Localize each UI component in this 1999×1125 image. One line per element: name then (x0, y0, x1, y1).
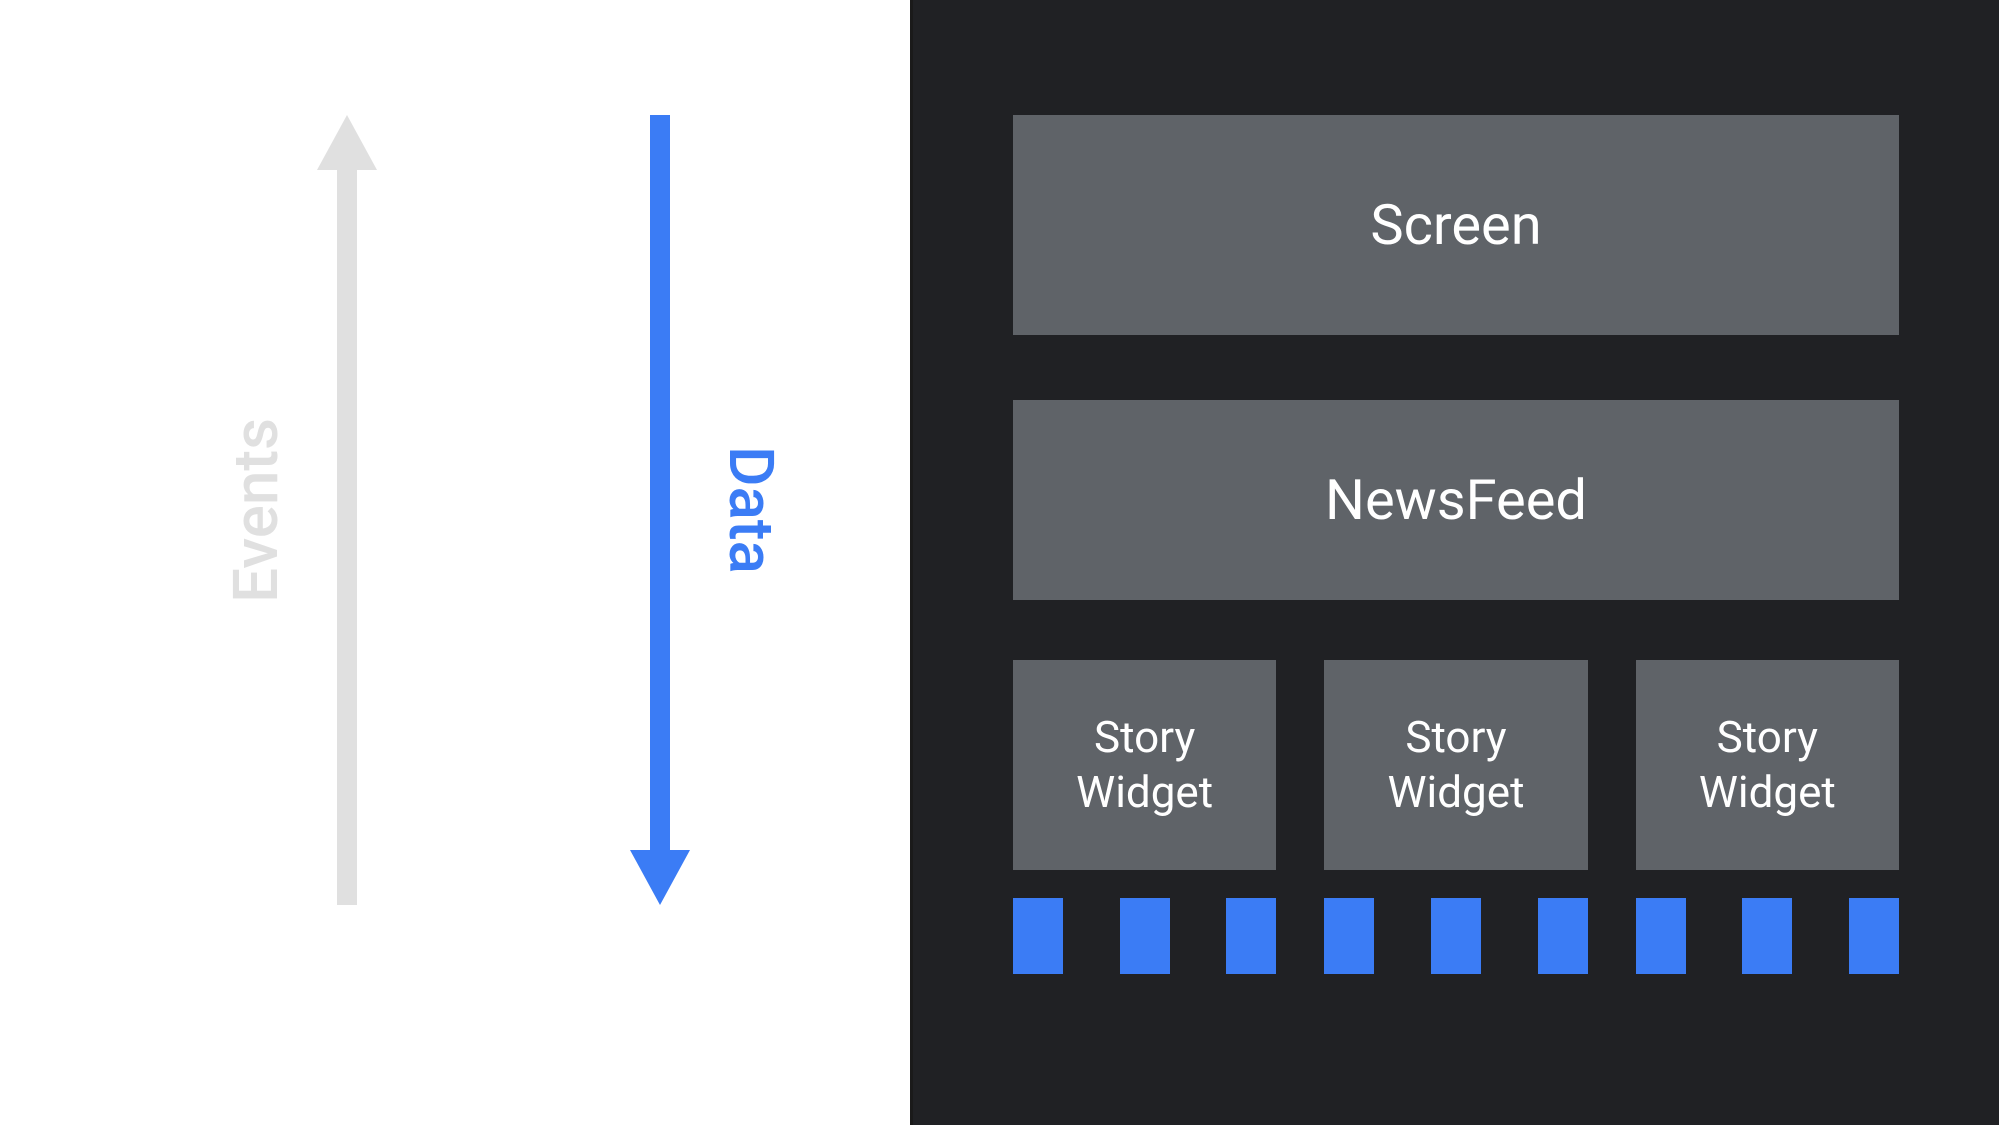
story-widgets-row: StoryWidget StoryWidget StoryWidget (1013, 660, 1899, 870)
chip-icon (1324, 898, 1374, 974)
chip-icon (1226, 898, 1276, 974)
chip-icon (1538, 898, 1588, 974)
chip-group (1324, 898, 1587, 974)
story-widget-label: StoryWidget (1699, 710, 1836, 820)
newsfeed-box: NewsFeed (1013, 400, 1899, 600)
story-widget: StoryWidget (1324, 660, 1587, 870)
data-arrow-group: Data (630, 115, 787, 905)
newsfeed-label: NewsFeed (1325, 467, 1587, 533)
events-arrow-label: Events (220, 418, 293, 603)
arrow-up-icon (317, 115, 377, 905)
screen-label: Screen (1370, 192, 1541, 258)
chip-icon (1636, 898, 1686, 974)
arrows-panel: Events Data (0, 0, 910, 1125)
chip-icon (1013, 898, 1063, 974)
story-widget: StoryWidget (1636, 660, 1899, 870)
story-widget-label: StoryWidget (1076, 710, 1213, 820)
chip-icon (1742, 898, 1792, 974)
story-widget: StoryWidget (1013, 660, 1276, 870)
chips-row (1013, 898, 1899, 974)
chip-group (1013, 898, 1276, 974)
hierarchy-panel: Screen NewsFeed StoryWidget StoryWidget … (910, 0, 1999, 1125)
screen-box: Screen (1013, 115, 1899, 335)
chip-group (1636, 898, 1899, 974)
chip-icon (1849, 898, 1899, 974)
data-arrow-label: Data (714, 446, 787, 574)
events-arrow-group: Events (220, 115, 377, 905)
chip-icon (1120, 898, 1170, 974)
story-widget-label: StoryWidget (1388, 710, 1525, 820)
chip-icon (1431, 898, 1481, 974)
arrow-down-icon (630, 115, 690, 905)
